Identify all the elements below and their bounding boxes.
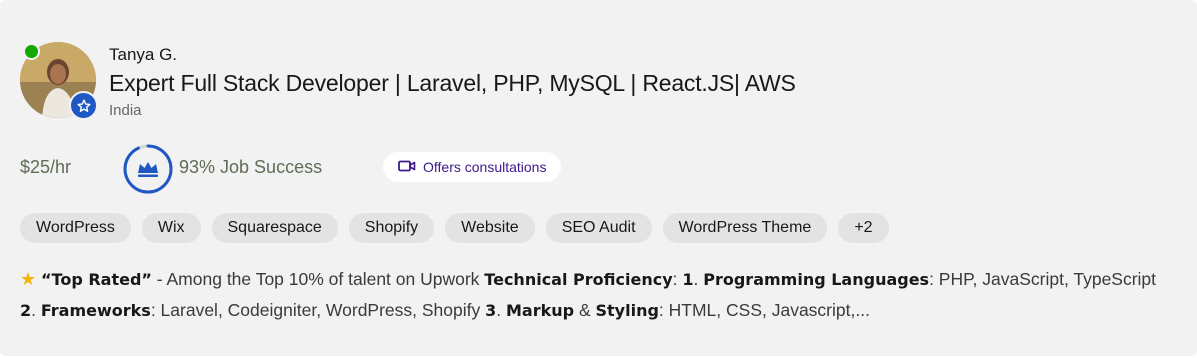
desc-bold: Markup [506, 301, 575, 320]
skill-tag[interactable]: WordPress [20, 213, 131, 243]
profile-description[interactable]: ★ “Top Rated” - Among the Top 10% of tal… [20, 264, 1170, 326]
desc-text: : [672, 269, 683, 289]
desc-bold: Styling [595, 301, 659, 320]
skill-tag[interactable]: Shopify [348, 213, 435, 243]
star-badge-icon [69, 91, 98, 120]
skill-tag[interactable]: WordPress Theme [662, 213, 828, 243]
consultations-badge[interactable]: Offers consultations [383, 152, 562, 182]
desc-bold: Frameworks [40, 301, 151, 320]
hourly-rate: $25/hr [20, 157, 72, 177]
desc-bold: 1 [682, 270, 694, 289]
desc-text: : PHP, JavaScript, TypeScript [929, 269, 1157, 289]
video-camera-icon [398, 159, 416, 176]
desc-text: . [31, 300, 41, 320]
skill-tag[interactable]: Squarespace [211, 213, 338, 243]
freelancer-title[interactable]: Expert Full Stack Developer | Laravel, P… [109, 70, 796, 97]
skill-tag[interactable]: Wix [141, 213, 201, 243]
desc-top-rated: “Top Rated” [41, 270, 152, 289]
star-icon: ★ [20, 269, 37, 289]
job-success-label: 93% Job Success [179, 157, 323, 177]
desc-text: : HTML, CSS, Javascript,... [658, 300, 870, 320]
freelancer-name[interactable]: Tanya G. [109, 45, 177, 65]
desc-bold: 3 [485, 301, 497, 320]
desc-bold: Programming Languages [703, 270, 930, 289]
online-status-dot [23, 43, 40, 60]
desc-text: : Laravel, Codeigniter, WordPress, Shopi… [150, 300, 486, 320]
more-skills-tag[interactable]: +2 [838, 213, 889, 243]
desc-text: . [496, 300, 506, 320]
avatar-container[interactable] [20, 42, 98, 120]
freelancer-country: India [109, 102, 142, 119]
freelancer-card[interactable]: Tanya G. Expert Full Stack Developer | L… [0, 0, 1197, 356]
desc-text: & [574, 300, 596, 320]
crown-icon [138, 162, 158, 177]
desc-text: . [693, 269, 704, 289]
desc-bold: 2 [20, 301, 32, 320]
consultations-label: Offers consultations [423, 159, 547, 175]
desc-text: - Among the Top 10% of talent on Upwork [151, 269, 485, 289]
job-success-ring [122, 143, 174, 195]
desc-bold: Technical Proficiency [484, 270, 673, 289]
skill-tag[interactable]: Website [445, 213, 535, 243]
skills-list: WordPress Wix Squarespace Shopify Websit… [20, 213, 889, 243]
skill-tag[interactable]: SEO Audit [545, 213, 652, 243]
